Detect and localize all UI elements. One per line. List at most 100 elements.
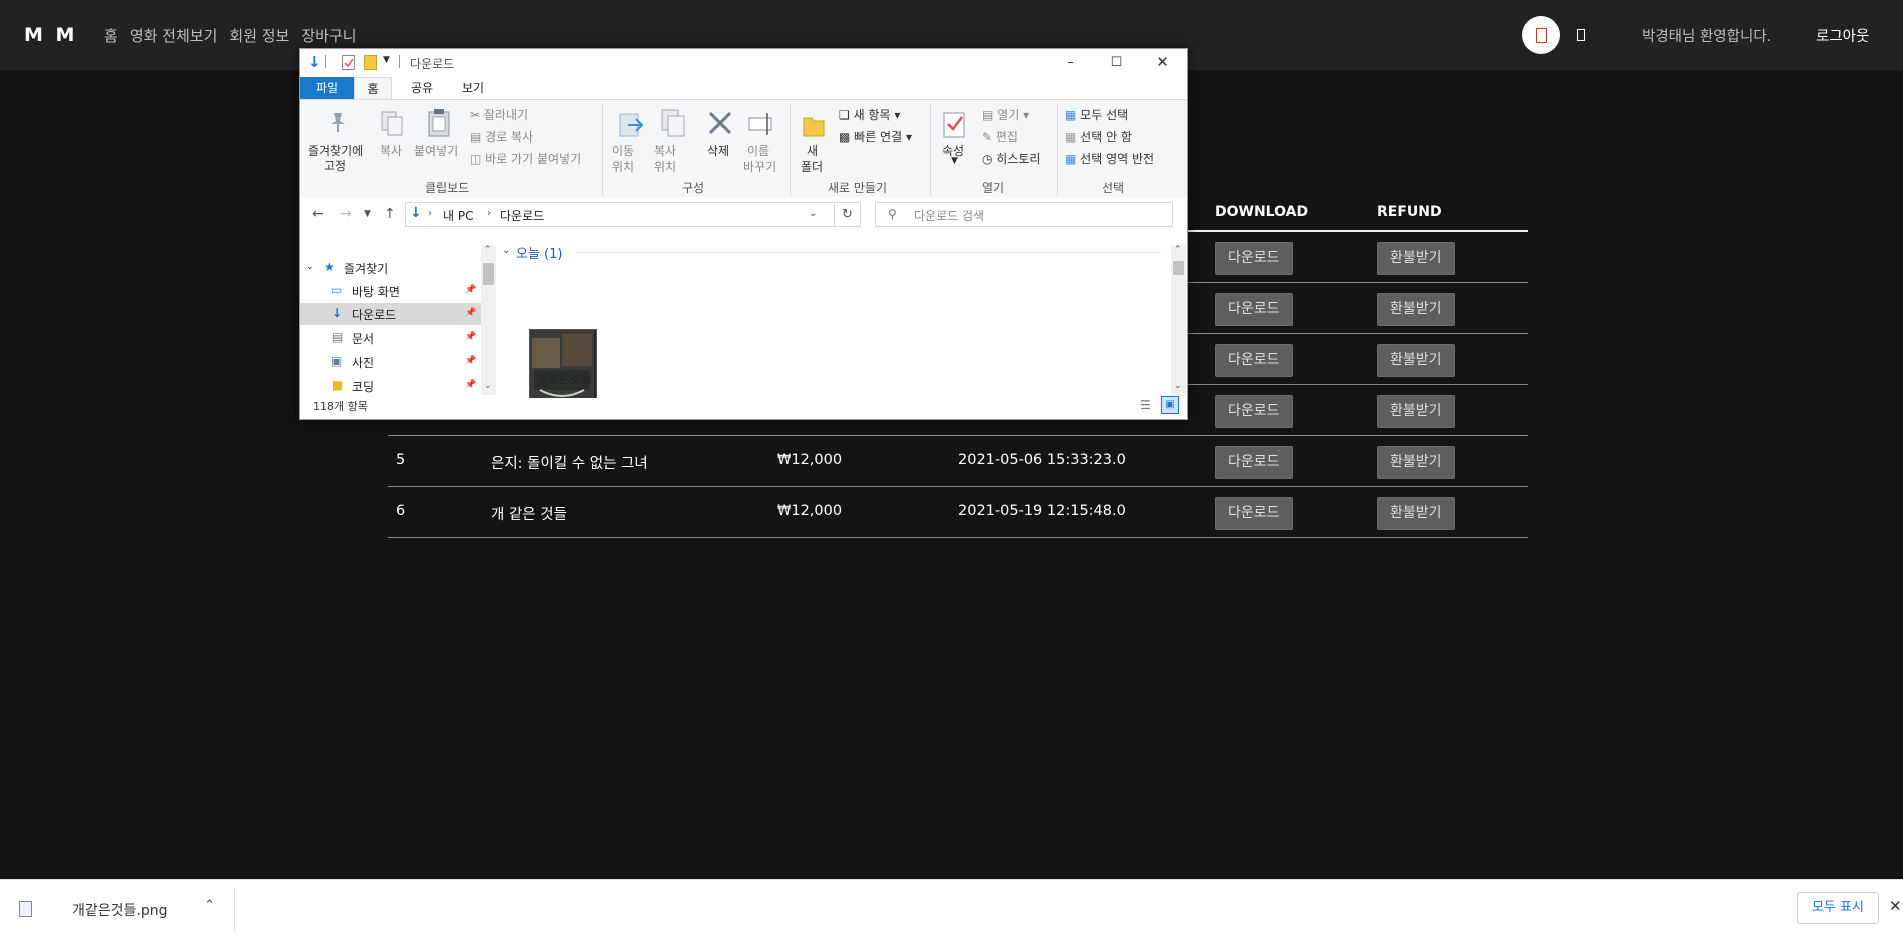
scroll-up-icon[interactable]: ⌃ [1174, 245, 1182, 255]
profile-button[interactable] [1522, 16, 1560, 54]
delete-icon[interactable] [707, 110, 733, 139]
nav-home[interactable]: 홈 [104, 25, 118, 46]
nav-all-movies[interactable]: 영화 전체보기 [130, 25, 218, 46]
tab-home[interactable]: 홈 [354, 77, 392, 99]
nav-scrollbar[interactable]: ⌃ ⌄ [481, 245, 496, 395]
download-button[interactable]: 다운로드 [1215, 395, 1293, 428]
download-button[interactable]: 다운로드 [1215, 446, 1293, 479]
nav-item-coding[interactable]: ■ 코딩 📌 [300, 375, 481, 397]
paste-button[interactable]: 붙여넣기 [414, 142, 458, 159]
scroll-up-icon[interactable]: ⌃ [484, 245, 492, 255]
pin-icon[interactable]: 📌 [465, 356, 476, 366]
copy-button[interactable]: 복사 [380, 142, 402, 159]
download-button[interactable]: 다운로드 [1215, 497, 1293, 530]
logout-link[interactable]: 로그아웃 [1816, 25, 1869, 46]
refund-button[interactable]: 환불받기 [1377, 497, 1455, 530]
scroll-down-icon[interactable]: ⌄ [484, 381, 492, 391]
chevron-down-icon[interactable]: ⌄ [809, 208, 817, 219]
nav-member-info[interactable]: 회원 정보 [229, 25, 289, 46]
customize-toolbar-icon[interactable]: ▼ [383, 55, 390, 65]
properties-icon[interactable] [942, 110, 968, 141]
maximize-icon[interactable]: ☐ [1094, 50, 1139, 75]
rename-icon[interactable] [747, 110, 777, 139]
edit-button[interactable]: ✎ 편집 [982, 128, 1018, 145]
paste-icon[interactable] [426, 108, 452, 141]
refund-button[interactable]: 환불받기 [1377, 242, 1455, 275]
up-icon[interactable]: ↑ [384, 206, 396, 222]
brand-logo[interactable]: M M [24, 24, 77, 46]
open-button[interactable]: ▤ 열기 ▾ [982, 106, 1029, 123]
large-icons-view-icon[interactable]: ▣ [1161, 396, 1179, 414]
nav-cart[interactable]: 장바구니 [301, 25, 356, 46]
pin-icon[interactable]: 📌 [465, 380, 476, 390]
paste-shortcut-button[interactable]: ◫ 바로 가기 붙여넣기 [470, 150, 581, 167]
copy-to-icon[interactable] [660, 108, 686, 141]
nav-item-documents[interactable]: ▤ 문서 📌 [300, 327, 481, 349]
content-scrollbar[interactable]: ⌃ ⌄ [1171, 245, 1186, 395]
select-none-button[interactable]: ▦ 선택 안 함 [1065, 128, 1132, 145]
nav-item-desktop[interactable]: ▭ 바탕 화면 📌 [300, 280, 481, 302]
rename-line2: 바꾸기 [743, 160, 777, 174]
breadcrumb-folder[interactable]: 다운로드 [500, 207, 544, 224]
close-icon[interactable]: ✕ [1140, 50, 1185, 75]
group-header[interactable]: 오늘 (1) [516, 243, 562, 262]
properties-icon[interactable] [342, 55, 355, 70]
download-button[interactable]: 다운로드 [1215, 242, 1293, 275]
copy-path-button[interactable]: ▤ 경로 복사 [470, 128, 533, 145]
expand-icon[interactable]: ⌄ [306, 262, 314, 272]
history-button[interactable]: ◷ 히스토리 [982, 150, 1040, 167]
refund-button[interactable]: 환불받기 [1377, 446, 1455, 479]
download-file-name[interactable]: 개같은것들.png [72, 900, 168, 920]
copy-icon[interactable] [380, 110, 404, 141]
new-group-label: 새로 만들기 [828, 181, 888, 195]
properties-dropdown-icon[interactable]: ▼ [951, 156, 958, 166]
chevron-up-icon[interactable]: ⌃ [204, 898, 215, 913]
refund-button[interactable]: 환불받기 [1377, 344, 1455, 377]
recent-locations-icon[interactable]: ▼ [364, 209, 371, 219]
new-folder-button[interactable]: 새 [807, 142, 818, 159]
device-icon[interactable] [1577, 29, 1585, 41]
download-button[interactable]: 다운로드 [1215, 293, 1293, 326]
scroll-thumb[interactable] [1173, 261, 1184, 275]
tab-share[interactable]: 공유 [402, 77, 442, 99]
invert-selection-button[interactable]: ▦ 선택 영역 반전 [1065, 150, 1154, 167]
new-folder-icon[interactable] [364, 55, 377, 70]
select-all-button[interactable]: ▦ 모두 선택 [1065, 106, 1128, 123]
delete-button[interactable]: 삭제 [707, 142, 729, 159]
refund-button[interactable]: 환불받기 [1377, 293, 1455, 326]
address-bar[interactable]: ↓ › 내 PC › 다운로드 ⌄ [405, 202, 861, 227]
forward-icon[interactable]: → [340, 206, 352, 222]
scroll-thumb[interactable] [483, 263, 494, 285]
show-all-button[interactable]: 모두 표시 [1797, 892, 1879, 924]
breadcrumb-root[interactable]: 내 PC [443, 207, 473, 224]
easy-access-button[interactable]: ▩ 빠른 연결 ▾ [839, 128, 912, 145]
nav-item-downloads[interactable]: ↓ 다운로드 📌 [300, 303, 481, 325]
tab-view[interactable]: 보기 [453, 77, 493, 99]
file-name[interactable]: 개같은것들 [536, 370, 591, 387]
refresh-icon[interactable]: ↻ [834, 202, 861, 227]
nav-item-quick-access[interactable]: ⌄ ★ 즐겨찾기 [300, 257, 481, 279]
copy-to-button[interactable]: 복사 [654, 142, 676, 159]
refund-button[interactable]: 환불받기 [1377, 395, 1455, 428]
close-icon[interactable]: ✕ [1889, 897, 1902, 915]
cut-button[interactable]: ✂ 잘라내기 [470, 106, 528, 123]
download-button[interactable]: 다운로드 [1215, 344, 1293, 377]
collapse-group-icon[interactable]: ⌄ [502, 245, 510, 256]
new-item-button[interactable]: ❏ 새 항목 ▾ [839, 106, 900, 123]
pin-icon[interactable] [326, 110, 350, 137]
minimize-icon[interactable]: – [1048, 50, 1093, 75]
document-icon [1536, 28, 1547, 43]
move-to-button[interactable]: 이동 [612, 142, 634, 159]
scroll-down-icon[interactable]: ⌄ [1174, 381, 1182, 391]
search-input[interactable]: ⚲ 다운로드 검색 [875, 202, 1173, 227]
pin-icon[interactable]: 📌 [465, 285, 476, 295]
new-folder-icon[interactable] [802, 112, 826, 141]
move-to-icon[interactable] [618, 108, 644, 141]
details-view-icon[interactable]: ☰ [1140, 398, 1151, 412]
nav-item-pictures[interactable]: ▣ 사진 📌 [300, 351, 481, 373]
pin-icon[interactable]: 📌 [465, 332, 476, 342]
rename-button[interactable]: 이름 [747, 142, 769, 159]
back-icon[interactable]: ← [312, 206, 324, 222]
pin-icon[interactable]: 📌 [465, 308, 476, 318]
tab-file[interactable]: 파일 [300, 77, 354, 99]
